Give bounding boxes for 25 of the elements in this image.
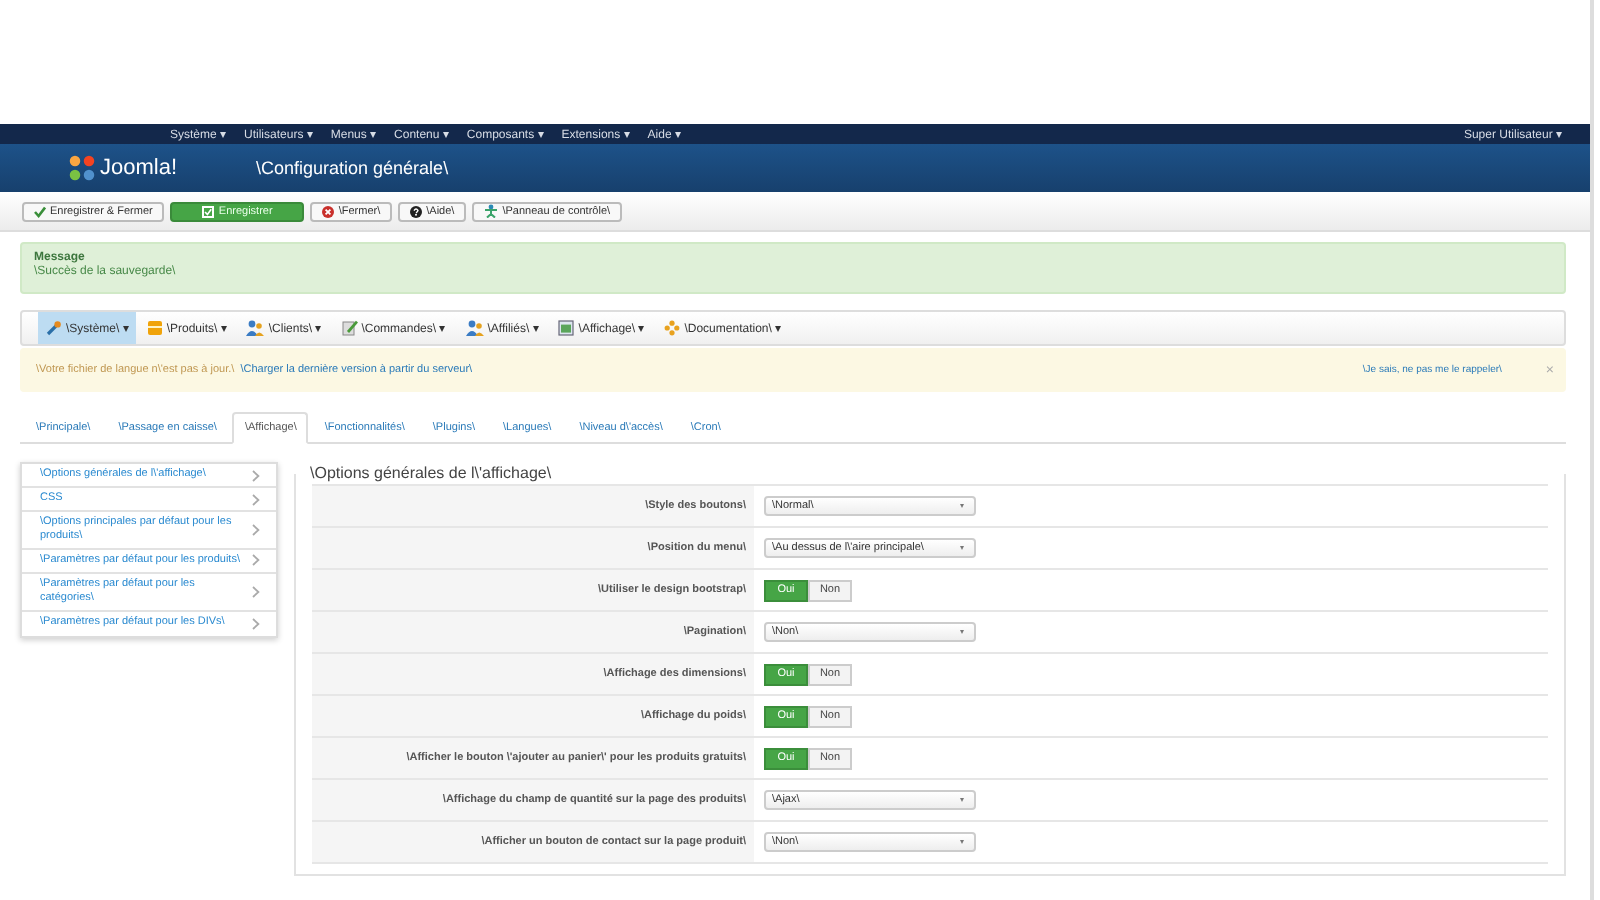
close-icon [322,205,335,217]
logo-icon [68,154,96,182]
caret-icon [960,546,964,550]
caret-icon [960,840,964,844]
caret-icon [960,504,964,508]
save-icon [202,205,215,217]
chevron-icon [252,585,260,598]
section-legend: \Options générales de l\'affichage\ [306,464,556,482]
people-icon [465,320,484,336]
pencil-icon [341,320,358,336]
check-icon [34,205,46,217]
wrench-icon [46,320,62,336]
people-icon [246,320,265,336]
chevron-icon [252,617,260,629]
caret-icon [960,798,964,802]
star-figure-icon [484,204,499,218]
window-icon [558,320,575,336]
logo-text: Joomla! [100,156,178,180]
box-icon [148,320,163,336]
flower-icon [664,320,681,336]
chevron-icon [252,554,260,567]
help-icon [410,205,423,217]
page-title: \Configuration générale\ [256,158,449,178]
chevron-icon [252,523,260,536]
caret-icon [960,630,964,634]
